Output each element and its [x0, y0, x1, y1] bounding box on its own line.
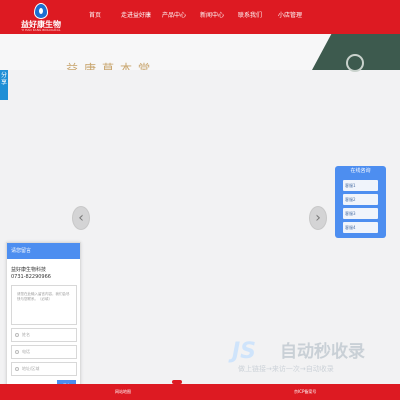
watermark-title: 自动秒收录 [280, 342, 365, 362]
message-phone-number: 0731-82290966 [11, 274, 51, 280]
nav-item-news[interactable]: 新闻中心 [200, 12, 224, 20]
nav-item-home[interactable]: 首页 [89, 12, 101, 20]
carousel-prev-button[interactable]: ‹ [72, 206, 90, 230]
site-footer: 网站地图 京ICP备案号 [0, 384, 400, 400]
carousel-indicator-dot[interactable] [172, 380, 182, 384]
auto-index-watermark: JS 自动秒收录 做上链接→来访一次→自动收录 [232, 341, 392, 375]
message-company-name: 益好康生物科技 [11, 267, 47, 273]
logo-name: 益好康生物 [21, 20, 61, 29]
share-side-tab[interactable]: 分享 [0, 70, 8, 100]
address-input[interactable]: 地址/区域 [11, 362, 77, 376]
watermark-logo-icon: JS [232, 339, 257, 364]
footer-sitemap-link[interactable]: 网站地图 [115, 389, 131, 395]
banner-headline: 益康草本堂 [66, 62, 157, 70]
nav-item-products[interactable]: 产品中心 [162, 12, 186, 20]
name-input-placeholder: 姓名 [22, 332, 30, 337]
message-panel-title: 请您留言 [7, 243, 80, 259]
nav-item-shop-admin[interactable]: 小店管理 [278, 12, 302, 20]
round-window-decoration [346, 54, 364, 72]
address-input-placeholder: 地址/区域 [22, 366, 40, 371]
name-input[interactable]: 姓名 [11, 328, 77, 342]
carousel-next-button[interactable]: › [309, 206, 327, 230]
leave-message-panel: 请您留言 益好康生物科技 0731-82290966 请您在此输入留言内容，我们… [6, 242, 81, 395]
top-navbar: 益好康生物 YI HAO KANG BIOLOGICAL 首页 走进益好康 产品… [0, 0, 400, 35]
online-service-item[interactable]: 客服4 [343, 222, 378, 233]
watermark-subtitle: 做上链接→来访一次→自动收录 [238, 365, 334, 373]
phone-input[interactable]: 电话 [11, 345, 77, 359]
phone-icon [15, 350, 19, 354]
site-logo[interactable]: 益好康生物 YI HAO KANG BIOLOGICAL [16, 1, 66, 35]
nav-item-about[interactable]: 走进益好康 [121, 12, 151, 20]
online-service-item[interactable]: 客服1 [343, 180, 378, 191]
online-service-item[interactable]: 客服3 [343, 208, 378, 219]
phone-input-placeholder: 电话 [22, 349, 30, 354]
footer-icp-text: 京ICP备案号 [294, 389, 317, 394]
user-icon [15, 333, 19, 337]
online-consult-title: 在线咨询 [350, 168, 371, 174]
location-icon [15, 367, 19, 371]
online-consult-panel: 在线咨询 客服1 客服2 客服3 客服4 [335, 166, 386, 238]
nav-item-contact[interactable]: 联系我们 [238, 12, 262, 20]
online-service-item[interactable]: 客服2 [343, 194, 378, 205]
logo-subtitle: YI HAO KANG BIOLOGICAL [21, 29, 61, 32]
drop-logo-icon [34, 3, 48, 19]
message-content-textarea[interactable]: 请您在此输入留言内容，我们会尽快与您联系。（必填） [11, 285, 77, 325]
